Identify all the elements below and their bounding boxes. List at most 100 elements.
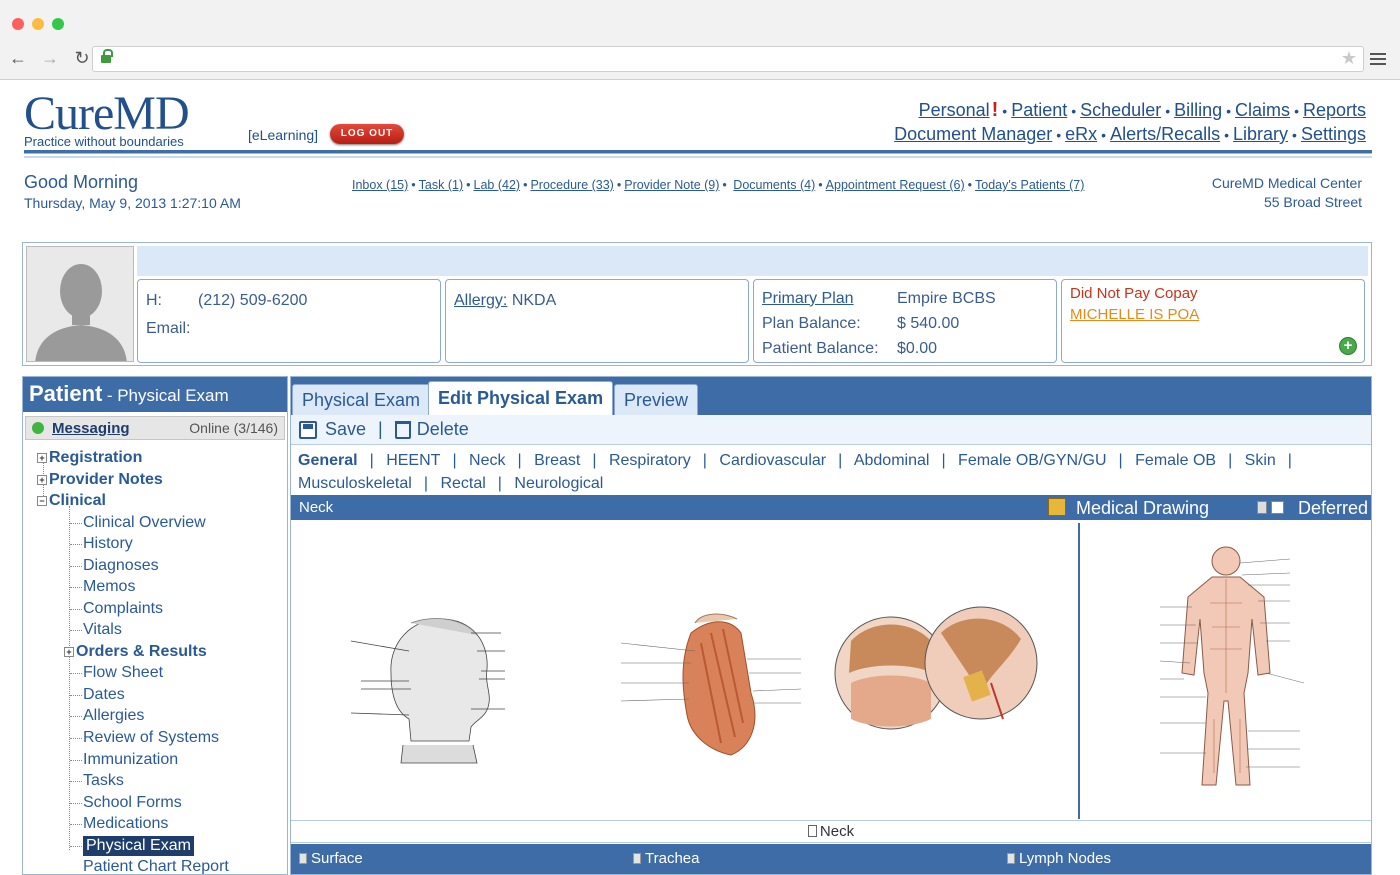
exam-sections: General | HEENT | Neck | Breast | Respirator… xyxy=(298,452,1292,492)
tree-complaints[interactable]: Complaints xyxy=(83,599,163,619)
section-respiratory[interactable]: Respiratory xyxy=(609,452,691,469)
tree-registration[interactable]: + Registration xyxy=(37,448,142,468)
alert-mark: ! xyxy=(991,99,999,121)
nav-scheduler[interactable]: Scheduler xyxy=(1080,100,1161,120)
messaging-bar[interactable]: Messaging Online (3/146) xyxy=(25,416,285,440)
section-female-ob-gyn-gu[interactable]: Female OB/GYN/GU xyxy=(958,452,1106,469)
reload-icon[interactable]: ↻ xyxy=(72,48,92,68)
tab-edit-physical-exam[interactable]: Edit Physical Exam xyxy=(428,381,614,415)
elearning-link[interactable]: [eLearning] xyxy=(248,127,318,143)
tree-memos[interactable]: Memos xyxy=(83,577,135,597)
patient-balance-value: $0.00 xyxy=(897,339,938,357)
address-bar[interactable]: ★ xyxy=(92,46,1364,72)
primary-plan-link[interactable]: Primary Plan xyxy=(762,290,897,308)
tree-school-forms[interactable]: School Forms xyxy=(83,793,182,813)
nav-settings[interactable]: Settings xyxy=(1301,124,1366,144)
add-alert-plus-icon[interactable]: + xyxy=(1339,337,1357,355)
section-heent[interactable]: HEENT xyxy=(386,452,440,469)
tree-vitals[interactable]: Vitals xyxy=(83,620,122,640)
section-cardiovascular[interactable]: Cardiovascular xyxy=(719,452,826,469)
tree-medications[interactable]: Medications xyxy=(83,814,168,834)
link-provider-note[interactable]: Provider Note (9) xyxy=(624,178,719,192)
maximize-window-button[interactable] xyxy=(52,18,64,30)
save-button[interactable]: Save xyxy=(325,419,366,440)
deferred-checkbox[interactable] xyxy=(1271,501,1284,514)
section-musculoskeletal[interactable]: Musculoskeletal xyxy=(298,475,412,492)
section-abdominal[interactable]: Abdominal xyxy=(854,452,930,469)
banner-strip xyxy=(137,246,1368,276)
save-icon[interactable] xyxy=(299,420,317,439)
tab-preview[interactable]: Preview xyxy=(614,384,699,415)
section-rectal[interactable]: Rectal xyxy=(440,475,485,492)
neck-anatomy-drawing[interactable] xyxy=(291,523,1077,819)
tree-allergies[interactable]: Allergies xyxy=(83,706,144,726)
tree-clinical[interactable]: − Clinical xyxy=(37,491,106,511)
tree-dates[interactable]: Dates xyxy=(83,685,125,705)
patient-photo[interactable] xyxy=(26,246,134,362)
curemd-logo: CureMD xyxy=(24,87,190,140)
collapse-icon[interactable]: − xyxy=(37,495,47,506)
tree-provider-notes[interactable]: + Provider Notes xyxy=(37,470,163,490)
tree-immunization[interactable]: Immunization xyxy=(83,750,178,770)
trash-icon[interactable] xyxy=(394,420,411,439)
nav-claims[interactable]: Claims xyxy=(1235,100,1290,120)
tree-orders-results[interactable]: + Orders & Results xyxy=(64,642,207,662)
nav-library[interactable]: Library xyxy=(1233,124,1288,144)
tree-physical-exam[interactable]: Physical Exam xyxy=(83,836,194,856)
poa-note[interactable]: MICHELLE IS POA xyxy=(1070,306,1356,323)
nav-personal[interactable]: Personal xyxy=(919,100,990,120)
left-panel-title: Patient xyxy=(29,381,103,406)
phone-value: (212) 509-6200 xyxy=(198,291,308,309)
tab-physical-exam[interactable]: Physical Exam xyxy=(292,384,431,415)
section-skin[interactable]: Skin xyxy=(1245,452,1276,469)
subsection-trachea[interactable]: Trachea xyxy=(633,850,699,867)
browser-menu-icon[interactable] xyxy=(1370,50,1386,66)
link-procedure[interactable]: Procedure (33) xyxy=(530,178,613,192)
tree-history[interactable]: History xyxy=(83,534,133,554)
medical-drawing-icon[interactable] xyxy=(1048,498,1066,516)
forward-arrow-icon[interactable]: → xyxy=(40,48,60,68)
close-window-button[interactable] xyxy=(12,18,24,30)
link-todays-patients[interactable]: Today's Patients (7) xyxy=(975,178,1084,192)
section-general[interactable]: General xyxy=(298,452,358,469)
tree-review-of-systems[interactable]: Review of Systems xyxy=(83,728,219,748)
subsection-lymph-nodes[interactable]: Lymph Nodes xyxy=(1007,850,1111,867)
full-body-drawing[interactable] xyxy=(1078,523,1371,819)
link-documents[interactable]: Documents (4) xyxy=(733,178,815,192)
bookmark-star-icon[interactable]: ★ xyxy=(1341,48,1357,69)
section-breast[interactable]: Breast xyxy=(534,452,580,469)
tree-clinical-overview[interactable]: Clinical Overview xyxy=(83,513,206,533)
section-title-bar: Neck Medical Drawing Deferred xyxy=(291,495,1371,520)
subsection-surface[interactable]: Surface xyxy=(299,850,363,867)
section-neck[interactable]: Neck xyxy=(469,452,505,469)
exam-toolbar: Save | Delete xyxy=(291,415,1371,445)
tree-flow-sheet[interactable]: Flow Sheet xyxy=(83,663,163,683)
medical-drawing-label[interactable]: Medical Drawing xyxy=(1076,497,1209,519)
link-lab[interactable]: Lab (42) xyxy=(474,178,521,192)
link-inbox[interactable]: Inbox (15) xyxy=(352,178,408,192)
delete-button[interactable]: Delete xyxy=(417,419,469,440)
minimize-window-button[interactable] xyxy=(32,18,44,30)
expand-icon[interactable]: + xyxy=(64,646,74,657)
practice-name: CureMD Medical Center xyxy=(1211,175,1362,191)
nav-patient[interactable]: Patient xyxy=(1011,100,1067,120)
expand-icon[interactable]: + xyxy=(37,474,47,485)
nav-billing[interactable]: Billing xyxy=(1174,100,1222,120)
tree-diagnoses[interactable]: Diagnoses xyxy=(83,556,159,576)
section-neurological[interactable]: Neurological xyxy=(514,475,603,492)
tree-tasks[interactable]: Tasks xyxy=(83,771,124,791)
link-task[interactable]: Task (1) xyxy=(419,178,463,192)
logout-button[interactable]: LOG OUT xyxy=(330,124,404,144)
nav-document-manager[interactable]: Document Manager xyxy=(894,124,1052,144)
back-arrow-icon[interactable]: ← xyxy=(8,48,28,68)
nav-alerts-recalls[interactable]: Alerts/Recalls xyxy=(1110,124,1220,144)
messaging-link[interactable]: Messaging xyxy=(52,420,189,437)
section-female-ob[interactable]: Female OB xyxy=(1135,452,1216,469)
nav-reports[interactable]: Reports xyxy=(1303,100,1366,120)
allergy-link[interactable]: Allergy: xyxy=(454,292,507,310)
quick-links: Inbox (15) • Task (1) • Lab (42) • Procedure (… xyxy=(352,178,1085,192)
nav-erx[interactable]: eRx xyxy=(1065,124,1097,144)
expand-icon[interactable]: + xyxy=(37,452,47,463)
tree-patient-chart-report[interactable]: Patient Chart Report xyxy=(83,857,229,874)
link-appointment-request[interactable]: Appointment Request (6) xyxy=(826,178,965,192)
